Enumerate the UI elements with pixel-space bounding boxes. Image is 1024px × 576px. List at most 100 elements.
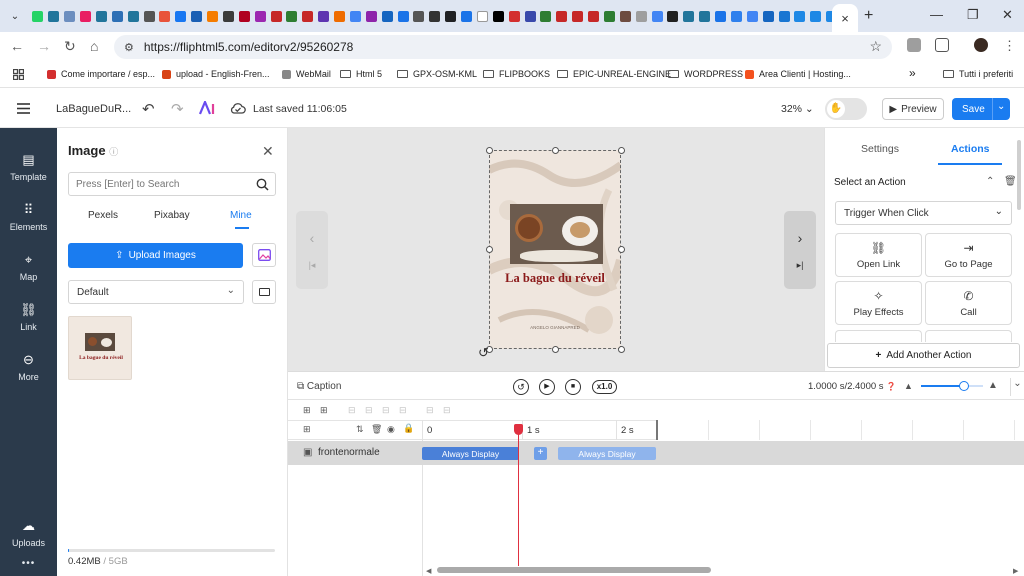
tab-search-chevron-icon[interactable]: ⌄ [4, 5, 26, 27]
align-tool-icon[interactable]: ⊟ [365, 405, 373, 416]
delete-icon[interactable]: 🗑 [371, 424, 382, 435]
prev-page-button[interactable]: ‹ |◂ [296, 211, 328, 289]
redo-icon[interactable]: ↷ [171, 100, 184, 118]
tab-favicon[interactable] [683, 10, 695, 22]
tab-favicon[interactable] [572, 10, 584, 22]
reload-icon[interactable]: ↻ [64, 38, 76, 55]
tab-favicon[interactable] [667, 10, 679, 22]
tab-favicon[interactable] [476, 10, 488, 22]
tab-favicon[interactable] [270, 10, 282, 22]
nav-more-dots[interactable]: ••• [0, 558, 57, 569]
replay-icon[interactable]: ↺ [513, 379, 529, 395]
tab-favicon[interactable] [651, 10, 663, 22]
omnibox[interactable]: ⚙ https://fliphtml5.com/editorv2/9526027… [114, 35, 892, 59]
resize-handle[interactable] [551, 146, 559, 154]
add-another-action-button[interactable]: + Add Another Action [827, 343, 1020, 368]
layers-icon[interactable]: ⊞ [303, 424, 311, 435]
align-tool-icon[interactable]: ⊞ [303, 405, 311, 416]
bookmark-item[interactable]: WebMail [282, 69, 331, 79]
site-info-icon[interactable]: ⚙ [124, 41, 134, 54]
display-pill[interactable]: Always Display [558, 447, 656, 460]
tab-favicon[interactable] [810, 10, 822, 22]
tab-favicon[interactable] [111, 10, 123, 22]
tab-pexels[interactable]: Pexels [88, 210, 118, 221]
minimize-icon[interactable]: — [930, 7, 943, 22]
profile-avatar[interactable] [974, 38, 988, 52]
zoom-select[interactable]: 32% ⌄ [781, 103, 814, 115]
undo-icon[interactable]: ↶ [142, 100, 155, 118]
resize-handle[interactable] [617, 345, 625, 353]
scroll-left-icon[interactable]: ◀ [426, 567, 431, 575]
action-card[interactable]: ⇥ Go to Page [925, 233, 1012, 277]
tab-favicon[interactable] [762, 10, 774, 22]
tab-favicon[interactable] [746, 10, 758, 22]
action-card[interactable]: ✆ Call [925, 281, 1012, 325]
sort-icon[interactable]: ⇅ [356, 424, 364, 435]
bookmark-item[interactable]: EPIC-UNREAL-ENGINE [557, 69, 671, 79]
browser-menu-icon[interactable]: ⋮ [1003, 38, 1016, 54]
tab-favicon[interactable] [64, 10, 76, 22]
tab-favicon[interactable] [349, 10, 361, 22]
resize-handle[interactable] [617, 146, 625, 154]
tab-settings[interactable]: Settings [861, 143, 899, 155]
extension-wordpress-icon[interactable] [907, 38, 921, 52]
tab-favicon[interactable] [492, 10, 504, 22]
tab-favicon[interactable] [207, 10, 219, 22]
tab-favicon[interactable] [222, 10, 234, 22]
collapse-icon[interactable]: ⌃ [986, 176, 994, 187]
extensions-puzzle-icon[interactable] [935, 38, 949, 52]
align-tool-icon[interactable]: ⊟ [382, 405, 390, 416]
tab-favicon[interactable] [619, 10, 631, 22]
bookmark-item[interactable]: upload - English-Fren... [162, 69, 270, 79]
search-input[interactable] [76, 178, 246, 190]
tab-favicon[interactable] [159, 10, 171, 22]
resize-handle[interactable] [485, 246, 493, 253]
tab-favicon[interactable] [318, 10, 330, 22]
tab-mine[interactable]: Mine [230, 210, 252, 221]
horizontal-scrollbar[interactable] [437, 567, 711, 573]
tab-favicon[interactable] [286, 10, 298, 22]
tab-favicon[interactable] [603, 10, 615, 22]
play-icon[interactable]: ▶ [539, 379, 555, 395]
home-icon[interactable]: ⌂ [90, 38, 98, 54]
nav-link[interactable]: ⛓ Link [0, 302, 57, 332]
stop-icon[interactable]: ■ [565, 379, 581, 395]
tab-favicon[interactable] [254, 10, 266, 22]
trash-icon[interactable]: 🗑 [1004, 176, 1017, 187]
tab-favicon[interactable] [635, 10, 647, 22]
resize-handle[interactable] [485, 146, 493, 154]
zoom-in-icon[interactable]: ▲ [988, 380, 998, 391]
tab-favicon[interactable] [524, 10, 536, 22]
tab-favicon[interactable] [238, 10, 250, 22]
zoom-out-icon[interactable]: ▲ [904, 381, 913, 391]
tab-favicon[interactable] [508, 10, 520, 22]
panel-scrollbar[interactable] [1017, 140, 1021, 210]
save-dropdown-icon[interactable]: ⌄ [997, 101, 1005, 112]
next-page-button[interactable]: › ▸| [784, 211, 816, 289]
all-bookmarks[interactable]: Tutti i preferiti [943, 69, 1013, 79]
lock-icon[interactable]: 🔒 [403, 423, 414, 434]
playhead-handle[interactable] [514, 424, 523, 435]
tab-favicon[interactable] [302, 10, 314, 22]
hamburger-menu-icon[interactable] [17, 103, 30, 117]
tab-favicon[interactable] [429, 10, 441, 22]
close-window-icon[interactable]: ✕ [1002, 7, 1013, 23]
tab-favicon[interactable] [699, 10, 711, 22]
tab-favicon[interactable] [334, 10, 346, 22]
restore-icon[interactable]: ❐ [967, 7, 979, 23]
tab-favicon[interactable] [175, 10, 187, 22]
image-thumbnail[interactable]: La bague du réveil [68, 316, 132, 380]
tab-favicon[interactable] [461, 10, 473, 22]
tab-favicon[interactable] [191, 10, 203, 22]
project-title[interactable]: LaBagueDuR... [56, 103, 131, 115]
tab-favicon[interactable] [715, 10, 727, 22]
align-tool-icon[interactable]: ⊟ [348, 405, 356, 416]
tab-favicon[interactable] [381, 10, 393, 22]
tab-favicon[interactable] [445, 10, 457, 22]
tab-favicon[interactable] [365, 10, 377, 22]
help-icon[interactable]: ❓ [886, 382, 896, 391]
folder-select[interactable]: Default ⌄ [68, 280, 244, 304]
collapse-timeline-icon[interactable]: ⌄ [1010, 378, 1024, 396]
search-icon[interactable] [256, 178, 269, 191]
active-tab-close[interactable]: × [832, 4, 858, 32]
